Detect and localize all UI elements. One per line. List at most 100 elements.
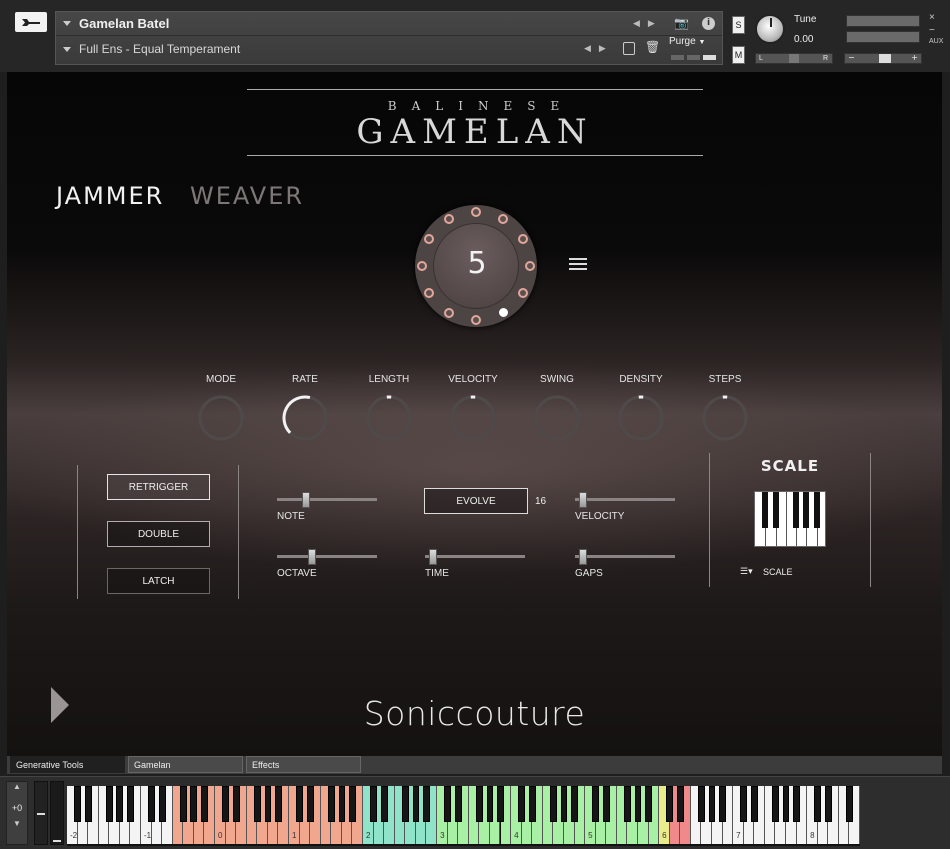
tab-effects[interactable]: Effects xyxy=(246,756,361,773)
volume-slider[interactable]: − + xyxy=(844,53,922,64)
black-key[interactable] xyxy=(179,786,187,822)
black-key[interactable] xyxy=(412,786,420,822)
black-key[interactable] xyxy=(846,786,853,822)
black-key[interactable] xyxy=(380,786,388,822)
step-dot[interactable] xyxy=(424,288,435,298)
black-key[interactable] xyxy=(296,786,303,822)
black-key[interactable] xyxy=(549,786,557,822)
velocity-slider[interactable] xyxy=(575,492,675,508)
black-key[interactable] xyxy=(571,786,578,822)
black-key[interactable] xyxy=(708,786,716,822)
black-key[interactable] xyxy=(475,786,483,822)
black-key[interactable] xyxy=(264,786,272,822)
step-ring[interactable]: 5 xyxy=(415,205,537,327)
preset-name[interactable]: Full Ens - Equal Temperament xyxy=(79,42,240,56)
evolve-button[interactable]: EVOLVE xyxy=(424,488,528,514)
black-key[interactable] xyxy=(750,786,758,822)
black-key[interactable] xyxy=(740,786,748,822)
instrument-nav-arrows-icon[interactable]: ◀▶ xyxy=(633,19,663,29)
density-knob[interactable] xyxy=(617,394,665,442)
scale-menu-label[interactable]: SCALE xyxy=(763,567,793,577)
rate-knob[interactable] xyxy=(281,394,329,442)
camera-icon[interactable]: 📷 xyxy=(674,16,689,30)
black-key[interactable] xyxy=(676,786,684,822)
chevron-down-icon[interactable] xyxy=(63,21,71,26)
scale-keyboard[interactable] xyxy=(754,491,826,547)
close-icon[interactable]: × xyxy=(929,12,935,23)
step-dot[interactable] xyxy=(498,308,508,318)
black-key[interactable] xyxy=(148,786,155,822)
black-key[interactable] xyxy=(222,786,229,822)
scale-black-key[interactable] xyxy=(762,492,769,528)
preset-nav-arrows-icon[interactable]: ◀▶ xyxy=(584,44,614,54)
piano-keyboard[interactable]: -2 -1 0 1 2 3 4 5 6 7 8 xyxy=(67,786,860,846)
menu-icon[interactable] xyxy=(569,258,587,271)
black-key[interactable] xyxy=(158,786,166,822)
note-slider[interactable] xyxy=(277,492,377,508)
black-key[interactable] xyxy=(486,786,494,822)
black-key[interactable] xyxy=(497,786,504,822)
black-key[interactable] xyxy=(327,786,335,822)
tab-weaver[interactable]: WEAVER xyxy=(190,182,304,210)
scale-black-key[interactable] xyxy=(803,492,810,528)
black-key[interactable] xyxy=(560,786,568,822)
black-key[interactable] xyxy=(116,786,124,822)
black-key[interactable] xyxy=(719,786,726,822)
black-key[interactable] xyxy=(253,786,261,822)
black-key[interactable] xyxy=(349,786,356,822)
step-dot[interactable] xyxy=(525,261,535,271)
black-key[interactable] xyxy=(528,786,536,822)
black-key[interactable] xyxy=(814,786,822,822)
scale-black-key[interactable] xyxy=(813,492,820,528)
black-key[interactable] xyxy=(772,786,779,822)
black-key[interactable] xyxy=(201,786,208,822)
swing-knob[interactable] xyxy=(533,394,581,442)
black-key[interactable] xyxy=(232,786,240,822)
step-dot[interactable] xyxy=(444,214,454,225)
black-key[interactable] xyxy=(634,786,642,822)
tab-gamelan[interactable]: Gamelan xyxy=(128,756,243,773)
length-knob[interactable] xyxy=(365,394,413,442)
step-dot[interactable] xyxy=(517,288,528,298)
black-key[interactable] xyxy=(454,786,462,822)
chevron-down-icon[interactable] xyxy=(63,46,71,52)
black-key[interactable] xyxy=(444,786,452,822)
black-key[interactable] xyxy=(84,786,92,822)
aux-label[interactable]: AUX xyxy=(929,38,943,45)
step-dot[interactable] xyxy=(417,261,427,271)
step-dot[interactable] xyxy=(517,234,528,244)
slider-thumb[interactable] xyxy=(308,549,317,565)
black-key[interactable] xyxy=(518,786,526,822)
info-icon[interactable]: i xyxy=(702,17,715,30)
black-key[interactable] xyxy=(666,786,674,822)
list-icon[interactable]: ☰▾ xyxy=(740,566,753,577)
slider-thumb[interactable] xyxy=(301,492,310,508)
slider-thumb[interactable] xyxy=(428,549,437,565)
mod-wheel[interactable] xyxy=(34,781,48,845)
volume-handle[interactable] xyxy=(879,54,891,63)
step-dot[interactable] xyxy=(444,307,454,318)
pan-handle[interactable] xyxy=(789,54,799,63)
black-key[interactable] xyxy=(602,786,610,822)
black-key[interactable] xyxy=(698,786,705,822)
slider-thumb[interactable] xyxy=(578,549,587,565)
black-key[interactable] xyxy=(275,786,282,822)
black-key[interactable] xyxy=(306,786,314,822)
instrument-name[interactable]: Gamelan Batel xyxy=(79,16,169,31)
step-dot[interactable] xyxy=(471,315,481,325)
black-key[interactable] xyxy=(338,786,346,822)
pitch-wheel[interactable] xyxy=(50,781,64,845)
black-key[interactable] xyxy=(74,786,81,822)
solo-button[interactable]: S xyxy=(732,16,745,34)
octave-shift-control[interactable]: ▲ +0 ▼ xyxy=(6,781,28,845)
purge-dropdown[interactable]: Purge ▼ xyxy=(669,36,705,47)
black-key[interactable] xyxy=(782,786,790,822)
chevron-down-icon[interactable]: ▼ xyxy=(7,819,27,828)
velocity-knob[interactable] xyxy=(449,394,497,442)
slider-thumb[interactable] xyxy=(578,492,587,508)
scale-black-key[interactable] xyxy=(793,492,800,528)
steps-knob[interactable] xyxy=(701,394,749,442)
pan-slider[interactable]: L R xyxy=(755,53,833,64)
scale-black-key[interactable] xyxy=(772,492,779,528)
step-dot[interactable] xyxy=(471,207,481,217)
